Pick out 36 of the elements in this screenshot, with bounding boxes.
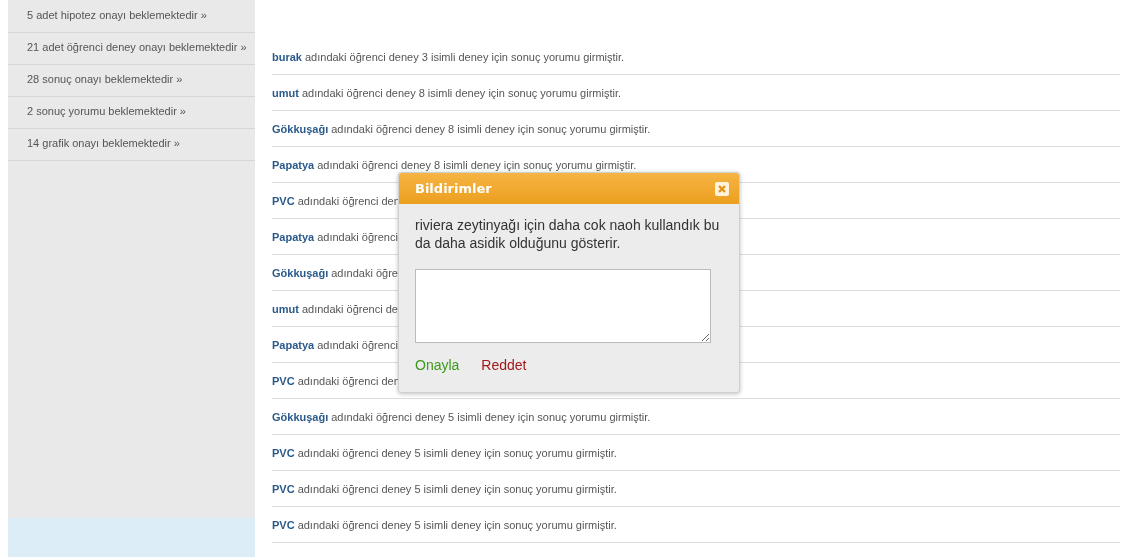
student-link[interactable]: Papatya xyxy=(272,158,315,171)
student-link[interactable]: umut xyxy=(272,302,299,315)
close-icon[interactable] xyxy=(715,181,729,196)
notification-text: adındaki öğrenci deney 5 isimli deney için sonuç yorumu girmiştir. xyxy=(297,482,617,495)
student-link[interactable]: Gökkuşağı xyxy=(272,122,329,135)
student-link[interactable]: PVC xyxy=(272,194,295,207)
comment-field[interactable] xyxy=(415,269,711,343)
student-link[interactable]: Gökkuşağı xyxy=(272,410,329,423)
sidebar-link[interactable]: 2 sonuç yorumu beklemektedir » xyxy=(8,97,255,129)
student-link[interactable]: umut xyxy=(272,86,299,99)
notification-text: adındaki öğrenci deney 5 isimli deney için sonuç yorumu girmiştir. xyxy=(297,446,617,459)
notification-text: adındaki öğrenci deney 3 isimli deney için sonuç yorumu girmiştir. xyxy=(304,50,625,63)
student-link[interactable]: PVC xyxy=(272,374,295,387)
student-link[interactable]: PVC xyxy=(272,482,295,495)
sidebar-link[interactable]: 21 adet öğrenci deney onayı beklemektedir » xyxy=(8,33,255,65)
notification-text: adındaki öğrenci deney 5 isimli deney için sonuç yorumu girmiştir. xyxy=(331,410,651,423)
sidebar-link[interactable]: 14 grafik onayı beklemektedir » xyxy=(8,129,255,161)
notification-text: adındaki öğrenci de xyxy=(301,302,398,315)
student-link[interactable]: Papatya xyxy=(272,230,315,243)
dialog-title: Bildirimler xyxy=(415,181,492,196)
reject-button[interactable]: Reddet xyxy=(481,357,527,373)
student-link[interactable]: PVC xyxy=(272,446,295,459)
notification-text: adındaki öğrenci xyxy=(317,230,398,243)
student-link[interactable]: PVC xyxy=(272,518,295,531)
notification-text: adındaki öğrenci deney 8 isimli deney için sonuç yorumu girmiştir. xyxy=(331,122,651,135)
sidebar-link[interactable]: 28 sonuç onayı beklemektedir » xyxy=(8,65,255,97)
notification-text: adındaki öğrenci deney 8 isimli deney için sonuç yorumu girmiştir. xyxy=(301,86,622,99)
student-link[interactable]: burak xyxy=(272,50,302,63)
notification-text: adındaki öğrenci deney 8 isimli deney için sonuç yorumu girmiştir. xyxy=(317,158,637,171)
sidebar-link[interactable]: 5 adet hipotez onayı beklemektedir » xyxy=(8,1,255,33)
notification-text: adındaki öğre xyxy=(331,266,398,279)
student-link[interactable]: Papatya xyxy=(272,338,315,351)
student-link[interactable]: Gökkuşağı xyxy=(272,266,329,279)
notification-text: adındaki öğrenci xyxy=(317,338,398,351)
notification-text: adındaki öğrenci deney 5 isimli deney için sonuç yorumu girmiştir. xyxy=(297,518,617,531)
notification-message: riviera zeytinyağı için daha cok naoh kullandık bu da daha asidik olduğunu gösterir. xyxy=(415,216,721,252)
